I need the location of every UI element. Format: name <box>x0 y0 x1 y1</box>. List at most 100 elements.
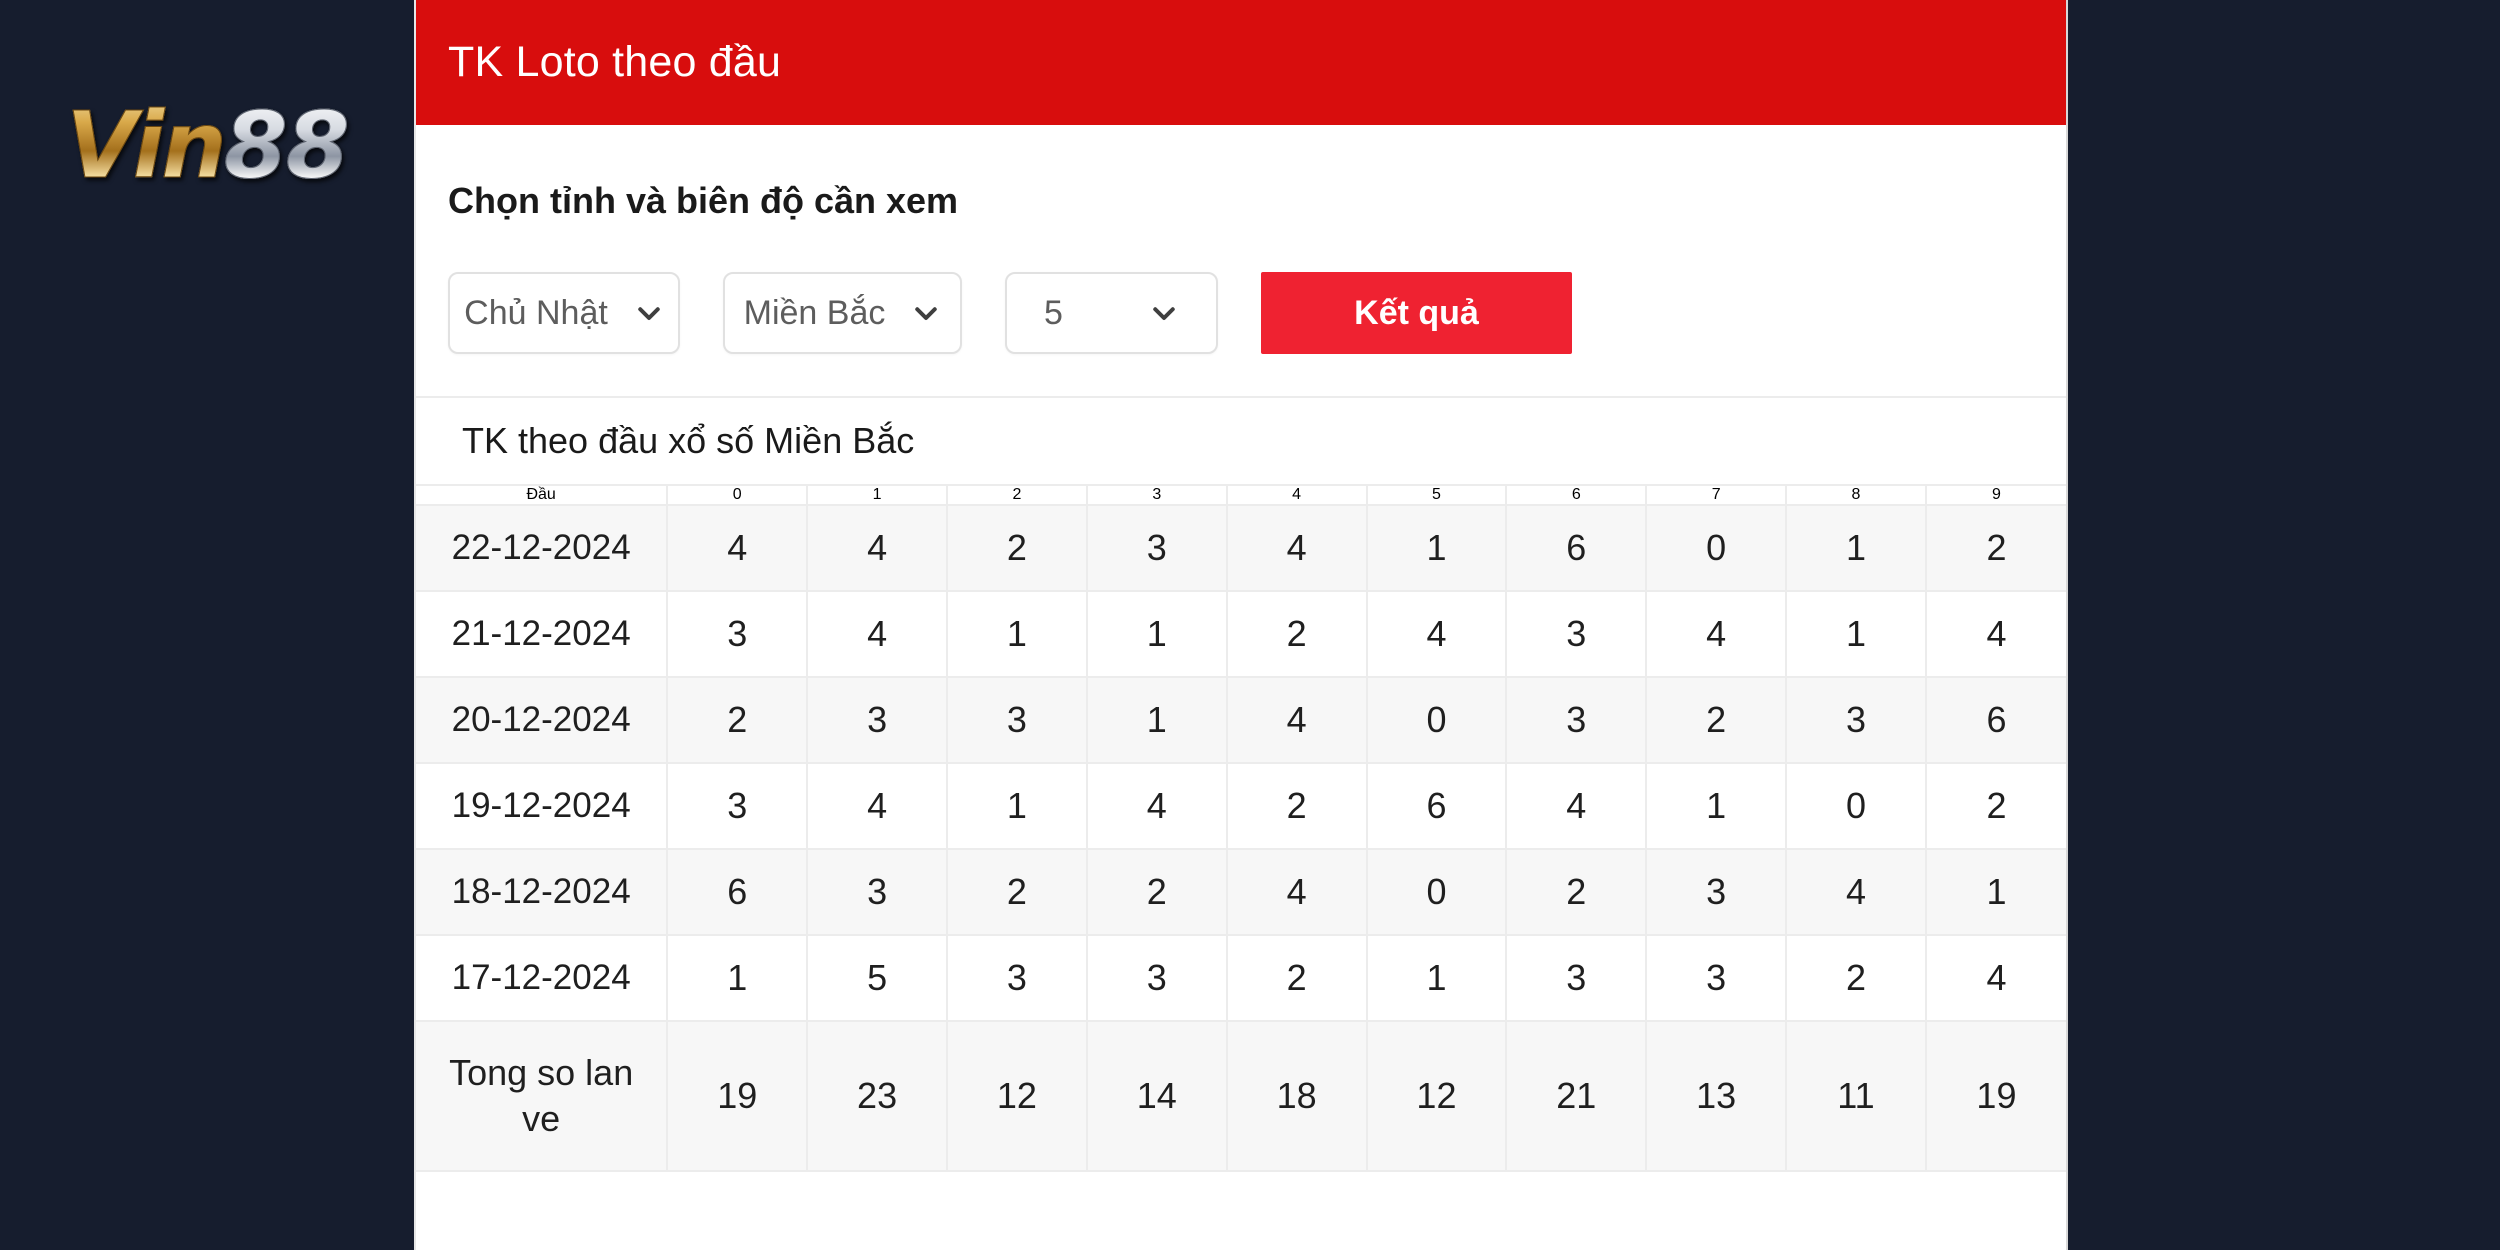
cell-head-0: 3 <box>667 763 809 850</box>
logo-text-vin: Vin <box>66 92 228 199</box>
day-select-value: Chủ Nhật <box>464 293 608 332</box>
cell-head-2: 3 <box>947 935 1088 1022</box>
screen: Vin88 TK Loto theo đầu Chọn tỉnh và biên… <box>0 0 2500 1250</box>
total-head-1: 23 <box>807 1021 948 1172</box>
card-header: TK Loto theo đầu <box>416 0 2066 125</box>
vin88-logo: Vin88 <box>66 99 351 192</box>
page-title: TK Loto theo đầu <box>448 38 782 86</box>
cell-head-6: 3 <box>1506 591 1648 678</box>
cell-head-9: 4 <box>1925 591 2066 678</box>
cell-head-5: 0 <box>1366 849 1508 936</box>
result-button[interactable]: Kết quả <box>1261 272 1572 354</box>
column-header-1: 1 <box>807 485 948 506</box>
table-header-row: Đầu 0 1 2 3 4 5 6 7 8 9 <box>416 485 2066 506</box>
cell-head-3: 4 <box>1086 763 1228 850</box>
cell-head-0: 4 <box>667 505 809 592</box>
cell-head-1: 3 <box>807 677 948 764</box>
chevron-down-icon <box>1149 298 1179 328</box>
cell-head-9: 6 <box>1925 677 2066 764</box>
cell-head-8: 1 <box>1786 505 1927 592</box>
cell-head-5: 4 <box>1366 591 1508 678</box>
cell-head-9: 4 <box>1925 935 2066 1022</box>
cell-head-0: 6 <box>667 849 809 936</box>
total-head-0: 19 <box>667 1021 809 1172</box>
table-row: 20-12-2024 2 3 3 1 4 0 3 2 3 6 <box>416 677 2066 764</box>
cell-head-3: 1 <box>1086 677 1228 764</box>
total-head-8: 11 <box>1786 1021 1927 1172</box>
filter-panel-label: Chọn tỉnh và biên độ cần xem <box>448 180 959 221</box>
row-date: 19-12-2024 <box>416 763 669 850</box>
filter-panel: Chọn tỉnh và biên độ cần xem Chủ Nhật Mi… <box>416 125 2066 396</box>
table-row: 17-12-2024 1 5 3 3 2 1 3 3 2 4 <box>416 935 2066 1022</box>
total-head-2: 12 <box>947 1021 1088 1172</box>
total-head-3: 14 <box>1086 1021 1228 1172</box>
cell-head-0: 3 <box>667 591 809 678</box>
total-head-5: 12 <box>1366 1021 1508 1172</box>
stats-table: TK theo đầu xổ số Miền Bắc Đầu 0 1 2 3 4 5 6 7 8 9 2… <box>416 398 2066 1172</box>
column-header-9: 9 <box>1925 485 2066 506</box>
table-row: 18-12-2024 6 3 2 2 4 0 2 3 4 1 <box>416 849 2066 936</box>
cell-head-3: 1 <box>1086 591 1228 678</box>
logo-text-88: 88 <box>223 92 350 199</box>
region-select[interactable]: Miền Bắc <box>723 272 962 354</box>
total-head-9: 19 <box>1925 1021 2066 1172</box>
brand-sidebar: Vin88 <box>0 0 414 1250</box>
table-caption: TK theo đầu xổ số Miền Bắc <box>416 398 2066 486</box>
day-select[interactable]: Chủ Nhật <box>448 272 680 354</box>
region-select-value: Miền Bắc <box>743 293 886 332</box>
column-header-8: 8 <box>1786 485 1927 506</box>
cell-head-3: 3 <box>1086 505 1228 592</box>
cell-head-5: 1 <box>1366 935 1508 1022</box>
column-header-2: 2 <box>947 485 1088 506</box>
cell-head-1: 3 <box>807 849 948 936</box>
cell-head-6: 6 <box>1506 505 1648 592</box>
cell-head-7: 3 <box>1646 849 1788 936</box>
cell-head-3: 2 <box>1086 849 1228 936</box>
cell-head-9: 2 <box>1925 763 2066 850</box>
column-header-7: 7 <box>1646 485 1788 506</box>
total-head-4: 18 <box>1226 1021 1368 1172</box>
cell-head-2: 1 <box>947 591 1088 678</box>
loto-stats-card: TK Loto theo đầu Chọn tỉnh và biên độ cầ… <box>414 0 2068 1250</box>
cell-head-7: 2 <box>1646 677 1788 764</box>
cell-head-6: 3 <box>1506 677 1648 764</box>
cell-head-8: 4 <box>1786 849 1927 936</box>
cell-head-6: 2 <box>1506 849 1648 936</box>
cell-head-2: 2 <box>947 849 1088 936</box>
column-header-5: 5 <box>1366 485 1508 506</box>
cell-head-7: 4 <box>1646 591 1788 678</box>
cell-head-6: 3 <box>1506 935 1648 1022</box>
cell-head-8: 2 <box>1786 935 1927 1022</box>
chevron-down-icon <box>634 298 664 328</box>
chevron-down-icon <box>911 298 941 328</box>
row-date: 22-12-2024 <box>416 505 669 592</box>
row-date: 20-12-2024 <box>416 677 669 764</box>
count-select-value: 5 <box>1044 293 1063 332</box>
cell-head-9: 1 <box>1925 849 2066 936</box>
cell-head-1: 4 <box>807 763 948 850</box>
cell-head-4: 2 <box>1226 935 1368 1022</box>
cell-head-6: 4 <box>1506 763 1648 850</box>
cell-head-4: 4 <box>1226 849 1368 936</box>
cell-head-8: 3 <box>1786 677 1927 764</box>
cell-head-8: 1 <box>1786 591 1927 678</box>
row-date: 21-12-2024 <box>416 591 669 678</box>
table-row: 21-12-2024 3 4 1 1 2 4 3 4 1 4 <box>416 591 2066 678</box>
column-header-3: 3 <box>1086 485 1228 506</box>
count-select[interactable]: 5 <box>1005 272 1218 354</box>
cell-head-2: 3 <box>947 677 1088 764</box>
stats-table-wrapper: TK theo đầu xổ số Miền Bắc Đầu 0 1 2 3 4 5 6 7 8 9 2… <box>416 396 2066 1172</box>
cell-head-0: 2 <box>667 677 809 764</box>
total-row-label: Tong so lan ve <box>416 1021 669 1172</box>
filter-controls: Chủ Nhật Miền Bắc 5 Kết quả <box>448 222 2034 396</box>
row-date: 18-12-2024 <box>416 849 669 936</box>
column-header-4: 4 <box>1226 485 1368 506</box>
table-caption-row: TK theo đầu xổ số Miền Bắc <box>416 398 2066 486</box>
column-header-dau: Đầu <box>416 485 669 506</box>
cell-head-1: 4 <box>807 505 948 592</box>
cell-head-4: 2 <box>1226 763 1368 850</box>
cell-head-3: 3 <box>1086 935 1228 1022</box>
table-row: 19-12-2024 3 4 1 4 2 6 4 1 0 2 <box>416 763 2066 850</box>
cell-head-5: 0 <box>1366 677 1508 764</box>
cell-head-8: 0 <box>1786 763 1927 850</box>
